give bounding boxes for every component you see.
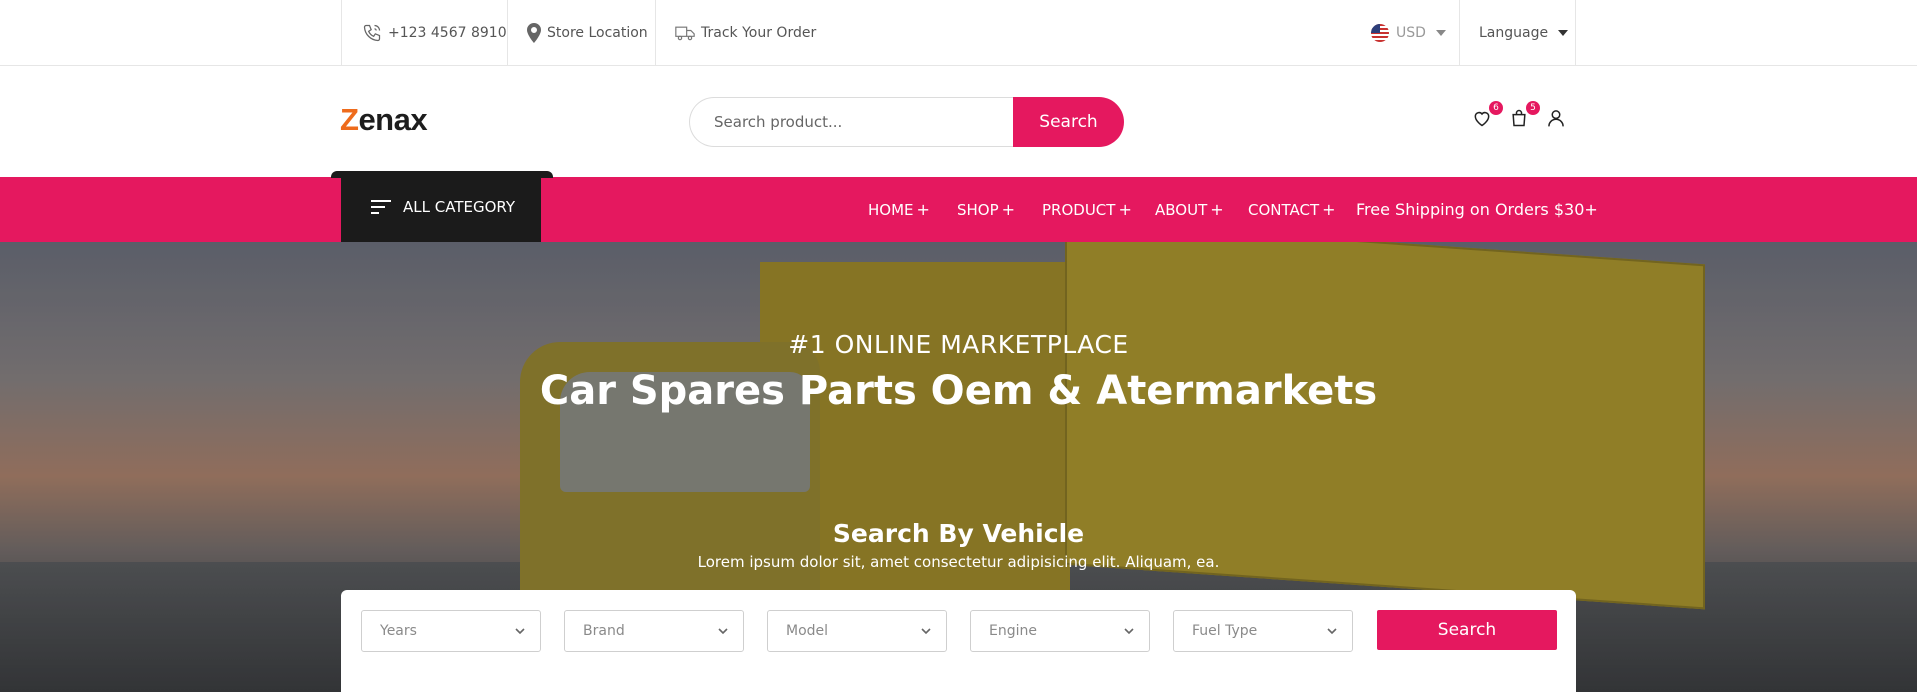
nav-item-label: SHOP — [957, 200, 999, 219]
us-flag-icon — [1371, 23, 1389, 42]
phone-number: +123 4567 8910 — [388, 24, 507, 41]
logo-text: enax — [358, 102, 428, 137]
divider — [655, 0, 656, 65]
truck-icon — [675, 26, 695, 40]
track-order-link[interactable]: Track Your Order — [675, 0, 816, 65]
wishlist-button[interactable]: 6 — [1472, 101, 1503, 132]
top-bar-container: +123 4567 8910 Store Location Track Your… — [341, 0, 1576, 65]
nav-item-shop[interactable]: SHOP + — [957, 177, 1015, 242]
brand-select[interactable]: Brand — [564, 610, 744, 652]
fuel-type-select[interactable]: Fuel Type — [1173, 610, 1353, 652]
vehicle-filter-panel: Years Brand Model Engine Fuel Type Searc… — [341, 590, 1576, 692]
vehicle-search-title: Search By Vehicle — [832, 519, 1085, 548]
divider — [507, 0, 508, 65]
nav-item-label: CONTACT — [1248, 200, 1320, 219]
select-label: Model — [786, 623, 829, 639]
plus-icon: + — [916, 200, 930, 219]
store-location-label: Store Location — [547, 24, 648, 41]
nav-item-label: HOME — [868, 200, 914, 219]
top-bar: +123 4567 8910 Store Location Track Your… — [0, 0, 1917, 66]
caret-down-icon — [1558, 29, 1569, 36]
map-pin-icon — [527, 22, 541, 43]
logo[interactable]: Zenax — [340, 102, 428, 138]
track-order-label: Track Your Order — [701, 24, 817, 41]
search-field[interactable] — [689, 97, 1014, 147]
header-search-button[interactable]: Search — [1013, 97, 1124, 147]
plus-icon: + — [1210, 200, 1224, 219]
years-select[interactable]: Years — [361, 610, 541, 652]
vehicle-search-button[interactable]: Search — [1377, 610, 1557, 650]
account-button[interactable] — [1546, 108, 1570, 132]
select-label: Brand — [583, 623, 625, 639]
language-label: Language — [1479, 24, 1549, 41]
phone-icon — [363, 24, 381, 41]
chevron-down-icon — [515, 628, 525, 635]
nav-item-home[interactable]: HOME + — [868, 177, 930, 242]
chevron-down-icon — [921, 628, 931, 635]
chevron-down-icon — [1124, 628, 1134, 635]
engine-select[interactable]: Engine — [970, 610, 1150, 652]
currency-select[interactable]: USD — [1371, 0, 1446, 65]
store-location-link[interactable]: Store Location — [527, 0, 648, 65]
hero-title: Car Spares Parts Oem & Atermarkets — [539, 368, 1378, 414]
chevron-down-icon — [1327, 628, 1337, 635]
cart-button[interactable]: 5 — [1509, 101, 1540, 132]
plus-icon: + — [1118, 200, 1132, 219]
wishlist-count-badge: 6 — [1489, 101, 1503, 115]
select-label: Engine — [989, 623, 1037, 639]
caret-down-icon — [1435, 29, 1446, 36]
free-shipping-notice: Free Shipping on Orders $30+ — [1356, 200, 1598, 219]
chevron-down-icon — [718, 628, 728, 635]
language-select[interactable]: Language — [1479, 0, 1569, 65]
menu-lines-icon — [371, 199, 391, 214]
all-category-label: ALL CATEGORY — [403, 197, 516, 216]
cart-count-badge: 5 — [1526, 101, 1540, 115]
currency-label: USD — [1396, 24, 1426, 41]
plus-icon: + — [1001, 200, 1016, 219]
model-select[interactable]: Model — [767, 610, 947, 652]
search-input[interactable] — [714, 113, 994, 131]
phone-link[interactable]: +123 4567 8910 — [362, 0, 507, 65]
user-icon — [1548, 110, 1564, 127]
nav-item-label: PRODUCT — [1042, 200, 1116, 219]
nav-item-product[interactable]: PRODUCT + — [1042, 177, 1132, 242]
all-category-button[interactable]: ALL CATEGORY — [341, 171, 541, 242]
vehicle-search-description: Lorem ipsum dolor sit, amet consectetur … — [697, 553, 1220, 571]
hero-subtitle: #1 ONLINE MARKETPLACE — [788, 330, 1129, 359]
select-label: Years — [380, 623, 417, 639]
nav-item-label: ABOUT — [1155, 200, 1208, 219]
divider — [1459, 0, 1460, 65]
logo-letter: Z — [340, 102, 359, 137]
select-label: Fuel Type — [1192, 623, 1258, 639]
nav-item-about[interactable]: ABOUT + — [1155, 177, 1224, 242]
nav-item-contact[interactable]: CONTACT + — [1248, 177, 1336, 242]
plus-icon: + — [1322, 200, 1336, 219]
